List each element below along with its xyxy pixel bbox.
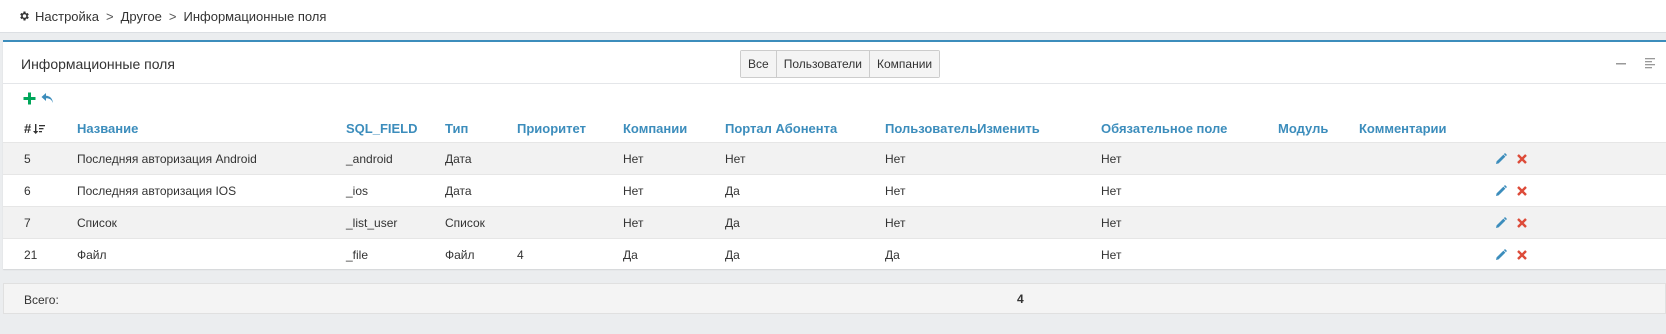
cell-sql-field: _android <box>346 152 393 166</box>
cell-name: Файл <box>77 248 107 262</box>
cell-type: Дата <box>445 152 472 166</box>
edit-pencil-icon[interactable] <box>1495 249 1507 261</box>
breadcrumb-separator: > <box>106 8 114 24</box>
cell-name: Последняя авторизация Android <box>77 152 257 166</box>
table-row: 21 Файл _file Файл 4 Да Да Да Нет <box>3 238 1666 270</box>
cell-portal: Да <box>725 248 740 262</box>
column-header-module[interactable]: Модуль <box>1278 121 1328 136</box>
column-header-id-label: # <box>24 121 32 136</box>
info-fields-table: # Название SQL_FIELD Тип Приоритет Компа… <box>3 114 1666 270</box>
undo-icon[interactable] <box>41 92 54 105</box>
panel-tools <box>1614 56 1656 69</box>
filter-companies-button[interactable]: Компании <box>870 51 940 77</box>
cell-type: Список <box>445 216 485 230</box>
cell-sql-field: _ios <box>346 184 369 198</box>
cell-priority: 4 <box>517 248 524 262</box>
delete-x-icon[interactable] <box>1516 249 1528 261</box>
table-row: 6 Последняя авторизация IOS _ios Дата Не… <box>3 174 1666 206</box>
edit-pencil-icon[interactable] <box>1495 185 1507 197</box>
edit-pencil-icon[interactable] <box>1495 217 1507 229</box>
cell-user-edit: Да <box>885 248 900 262</box>
filter-all-button[interactable]: Все <box>741 51 777 77</box>
breadcrumb-item-settings[interactable]: Настройка <box>35 9 99 24</box>
filter-button-group: Все Пользователи Компании <box>740 50 941 78</box>
panel-title: Информационные поля <box>21 56 175 72</box>
panel-header: Информационные поля Все Пользователи Ком… <box>3 42 1666 84</box>
delete-x-icon[interactable] <box>1516 217 1528 229</box>
cell-required: Нет <box>1101 248 1122 262</box>
cell-id: 5 <box>24 152 31 166</box>
sort-desc-icon <box>33 123 46 134</box>
align-left-icon[interactable] <box>1643 56 1656 69</box>
cell-type: Дата <box>445 184 472 198</box>
delete-x-icon[interactable] <box>1516 153 1528 165</box>
column-header-priority[interactable]: Приоритет <box>517 121 586 136</box>
cell-id: 6 <box>24 184 31 198</box>
cell-type: Файл <box>445 248 475 262</box>
breadcrumb-item-other[interactable]: Другое <box>121 9 162 24</box>
cell-portal: Нет <box>725 152 746 166</box>
table-row: 5 Последняя авторизация Android _android… <box>3 142 1666 174</box>
column-header-portal[interactable]: Портал Абонента <box>725 121 837 136</box>
column-header-id[interactable]: # <box>24 121 46 136</box>
table-row: 7 Список _list_user Список Нет Да Нет Не… <box>3 206 1666 238</box>
totals-footer: Всего: 4 <box>3 283 1666 314</box>
column-header-comments[interactable]: Комментарии <box>1359 121 1447 136</box>
column-header-type[interactable]: Тип <box>445 121 468 136</box>
gear-icon <box>18 10 30 22</box>
cell-companies: Нет <box>623 184 644 198</box>
cell-required: Нет <box>1101 152 1122 166</box>
cell-id: 7 <box>24 216 31 230</box>
breadcrumb-item-current: Информационные поля <box>183 8 327 24</box>
cell-name: Последняя авторизация IOS <box>77 184 237 198</box>
cell-portal: Да <box>725 216 740 230</box>
breadcrumb-separator: > <box>168 8 177 24</box>
column-header-user-edit[interactable]: ПользовательИзменить <box>885 121 1040 136</box>
column-header-required[interactable]: Обязательное поле <box>1101 121 1227 136</box>
column-header-name[interactable]: Название <box>77 121 138 136</box>
total-value: 4 <box>1017 292 1024 306</box>
cell-user-edit: Нет <box>885 152 906 166</box>
minimize-icon[interactable] <box>1614 56 1627 69</box>
cell-companies: Нет <box>623 152 644 166</box>
cell-user-edit: Нет <box>885 216 906 230</box>
delete-x-icon[interactable] <box>1516 185 1528 197</box>
column-header-sql-field[interactable]: SQL_FIELD <box>346 121 418 136</box>
cell-companies: Нет <box>623 216 644 230</box>
total-label: Всего: <box>24 293 59 307</box>
filter-users-button[interactable]: Пользователи <box>776 51 871 77</box>
cell-required: Нет <box>1101 216 1122 230</box>
cell-user-edit: Нет <box>885 184 906 198</box>
cell-id: 21 <box>24 248 38 262</box>
cell-sql-field: _file <box>346 248 369 262</box>
cell-name: Список <box>77 216 117 230</box>
cell-sql-field: _list_user <box>346 216 398 230</box>
table-header: # Название SQL_FIELD Тип Приоритет Компа… <box>3 114 1666 142</box>
breadcrumb: Настройка > Другое > Информационные поля <box>0 0 1666 33</box>
info-fields-panel: Информационные поля Все Пользователи Ком… <box>3 40 1666 269</box>
cell-portal: Да <box>725 184 740 198</box>
add-icon[interactable] <box>23 92 36 105</box>
table-actions <box>23 92 54 105</box>
cell-required: Нет <box>1101 184 1122 198</box>
edit-pencil-icon[interactable] <box>1495 153 1507 165</box>
column-header-companies[interactable]: Компании <box>623 121 687 136</box>
cell-companies: Да <box>623 248 638 262</box>
